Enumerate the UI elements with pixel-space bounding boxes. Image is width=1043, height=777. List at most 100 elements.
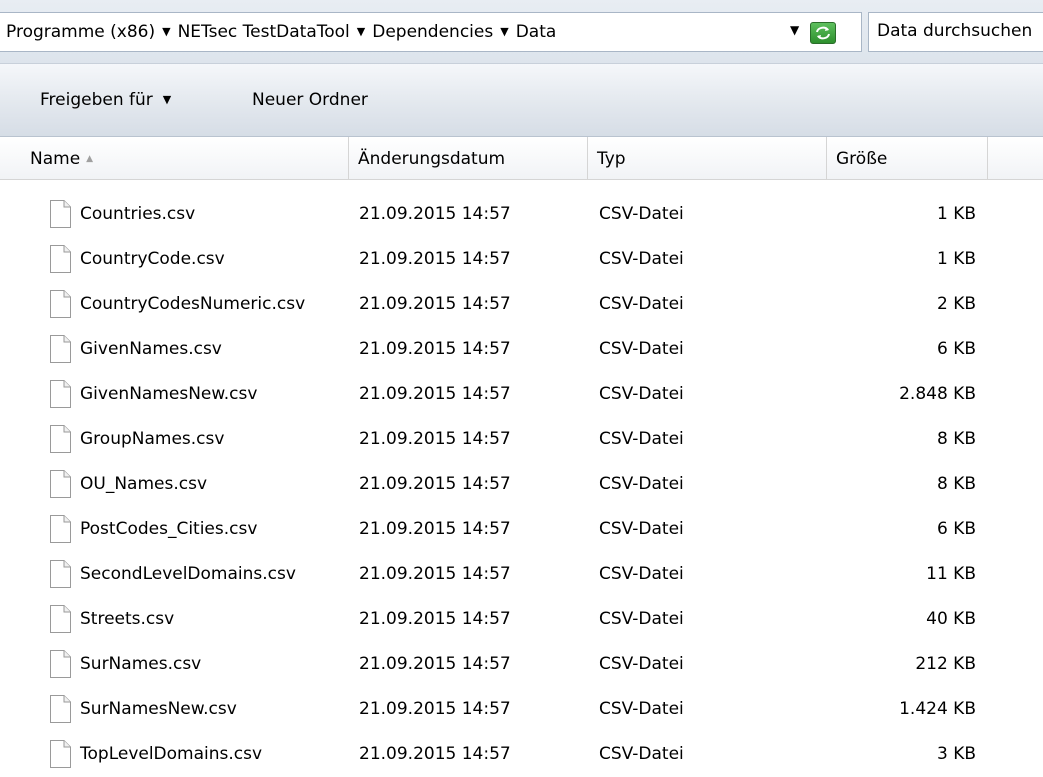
- file-type: CSV-Datei: [599, 474, 684, 494]
- file-row[interactable]: SurNames.csv 21.09.2015 14:57 CSV-Datei …: [0, 642, 1043, 687]
- column-header-name[interactable]: Name ▲: [20, 137, 348, 179]
- file-row[interactable]: GivenNames.csv 21.09.2015 14:57 CSV-Date…: [0, 327, 1043, 372]
- file-size: 2.848 KB: [899, 384, 976, 404]
- file-name: GroupNames.csv: [80, 429, 225, 449]
- file-type: CSV-Datei: [599, 429, 684, 449]
- file-name: GivenNamesNew.csv: [80, 384, 258, 404]
- file-type: CSV-Datei: [599, 249, 684, 269]
- file-size: 2 KB: [936, 294, 976, 314]
- file-size: 11 KB: [926, 564, 976, 584]
- file-name: OU_Names.csv: [80, 474, 208, 494]
- chevron-down-icon[interactable]: ▼: [162, 25, 170, 38]
- file-name: TopLevelDomains.csv: [80, 744, 263, 764]
- breadcrumb-item-netsec[interactable]: NETsec TestDataTool: [178, 22, 350, 42]
- file-row[interactable]: Countries.csv 21.09.2015 14:57 CSV-Datei…: [0, 192, 1043, 237]
- file-icon: [50, 695, 71, 723]
- file-icon: [50, 245, 71, 273]
- refresh-button[interactable]: [810, 22, 836, 44]
- share-with-button[interactable]: Freigeben für ▼: [40, 90, 171, 110]
- file-size: 8 KB: [936, 429, 976, 449]
- file-date: 21.09.2015 14:57: [359, 294, 511, 314]
- file-date: 21.09.2015 14:57: [359, 609, 511, 629]
- address-bar[interactable]: Programme (x86) ▼ NETsec TestDataTool ▼ Depe…: [0, 12, 862, 52]
- column-header-size[interactable]: Größe: [827, 137, 987, 179]
- file-icon: [50, 425, 71, 453]
- column-header-size-label: Größe: [836, 149, 888, 169]
- search-input[interactable]: [877, 21, 1043, 41]
- file-name: CountryCodesNumeric.csv: [80, 294, 306, 314]
- file-size: 212 KB: [915, 654, 976, 674]
- file-row[interactable]: CountryCode.csv 21.09.2015 14:57 CSV-Dat…: [0, 237, 1043, 282]
- file-icon: [50, 515, 71, 543]
- file-date: 21.09.2015 14:57: [359, 429, 511, 449]
- file-row[interactable]: Streets.csv 21.09.2015 14:57 CSV-Datei 4…: [0, 597, 1043, 642]
- file-name: PostCodes_Cities.csv: [80, 519, 258, 539]
- file-type: CSV-Datei: [599, 564, 684, 584]
- file-type: CSV-Datei: [599, 654, 684, 674]
- file-row[interactable]: PostCodes_Cities.csv 21.09.2015 14:57 CS…: [0, 507, 1043, 552]
- column-header-name-label: Name: [30, 149, 81, 169]
- breadcrumb-item-dependencies[interactable]: Dependencies: [372, 22, 493, 42]
- file-date: 21.09.2015 14:57: [359, 519, 511, 539]
- file-row[interactable]: TopLevelDomains.csv 21.09.2015 14:57 CSV…: [0, 732, 1043, 777]
- breadcrumb-item-programme[interactable]: Programme (x86): [6, 22, 155, 42]
- file-size: 1 KB: [936, 204, 976, 224]
- file-icon: [50, 335, 71, 363]
- file-size: 40 KB: [926, 609, 976, 629]
- file-name: Countries.csv: [80, 204, 196, 224]
- file-icon: [50, 380, 71, 408]
- sort-ascending-icon: ▲: [86, 154, 94, 164]
- file-type: CSV-Datei: [599, 204, 684, 224]
- file-type: CSV-Datei: [599, 744, 684, 764]
- breadcrumb-item-data[interactable]: Data: [516, 22, 557, 42]
- file-list: Countries.csv 21.09.2015 14:57 CSV-Datei…: [0, 192, 1043, 777]
- file-row[interactable]: SecondLevelDomains.csv 21.09.2015 14:57 …: [0, 552, 1043, 597]
- file-date: 21.09.2015 14:57: [359, 564, 511, 584]
- command-toolbar: Freigeben für ▼ Neuer Ordner: [0, 63, 1043, 137]
- column-header-row: Name ▲ Änderungsdatum Typ Größe: [0, 137, 1043, 180]
- file-row[interactable]: GivenNamesNew.csv 21.09.2015 14:57 CSV-D…: [0, 372, 1043, 417]
- file-row[interactable]: OU_Names.csv 21.09.2015 14:57 CSV-Datei …: [0, 462, 1043, 507]
- file-name: SurNames.csv: [80, 654, 202, 674]
- file-type: CSV-Datei: [599, 339, 684, 359]
- file-size: 8 KB: [936, 474, 976, 494]
- refresh-icon: [816, 26, 830, 40]
- file-name: Streets.csv: [80, 609, 175, 629]
- file-name: GivenNames.csv: [80, 339, 222, 359]
- file-size: 3 KB: [936, 744, 976, 764]
- search-box[interactable]: [868, 12, 1043, 52]
- file-date: 21.09.2015 14:57: [359, 474, 511, 494]
- chevron-down-icon: ▼: [162, 93, 172, 106]
- file-type: CSV-Datei: [599, 294, 684, 314]
- address-bar-strip: Programme (x86) ▼ NETsec TestDataTool ▼ Depe…: [0, 0, 1043, 63]
- file-type: CSV-Datei: [599, 519, 684, 539]
- file-date: 21.09.2015 14:57: [359, 249, 511, 269]
- file-icon: [50, 560, 71, 588]
- chevron-down-icon[interactable]: ▼: [500, 25, 508, 38]
- share-with-label: Freigeben für: [40, 90, 153, 110]
- file-icon: [50, 650, 71, 678]
- file-date: 21.09.2015 14:57: [359, 339, 511, 359]
- file-row[interactable]: SurNamesNew.csv 21.09.2015 14:57 CSV-Dat…: [0, 687, 1043, 732]
- file-row[interactable]: GroupNames.csv 21.09.2015 14:57 CSV-Date…: [0, 417, 1043, 462]
- file-size: 6 KB: [936, 339, 976, 359]
- file-icon: [50, 740, 71, 768]
- file-type: CSV-Datei: [599, 384, 684, 404]
- file-date: 21.09.2015 14:57: [359, 204, 511, 224]
- address-history-chevron-down-icon[interactable]: ▼: [790, 23, 799, 37]
- column-divider[interactable]: [987, 137, 988, 179]
- file-icon: [50, 200, 71, 228]
- file-name: CountryCode.csv: [80, 249, 225, 269]
- file-type: CSV-Datei: [599, 699, 684, 719]
- file-date: 21.09.2015 14:57: [359, 699, 511, 719]
- file-name: SurNamesNew.csv: [80, 699, 237, 719]
- column-header-date[interactable]: Änderungsdatum: [349, 137, 587, 179]
- file-icon: [50, 605, 71, 633]
- column-header-type[interactable]: Typ: [588, 137, 826, 179]
- file-date: 21.09.2015 14:57: [359, 654, 511, 674]
- file-row[interactable]: CountryCodesNumeric.csv 21.09.2015 14:57…: [0, 282, 1043, 327]
- chevron-down-icon[interactable]: ▼: [357, 25, 365, 38]
- new-folder-button[interactable]: Neuer Ordner: [252, 90, 368, 110]
- file-icon: [50, 290, 71, 318]
- file-date: 21.09.2015 14:57: [359, 744, 511, 764]
